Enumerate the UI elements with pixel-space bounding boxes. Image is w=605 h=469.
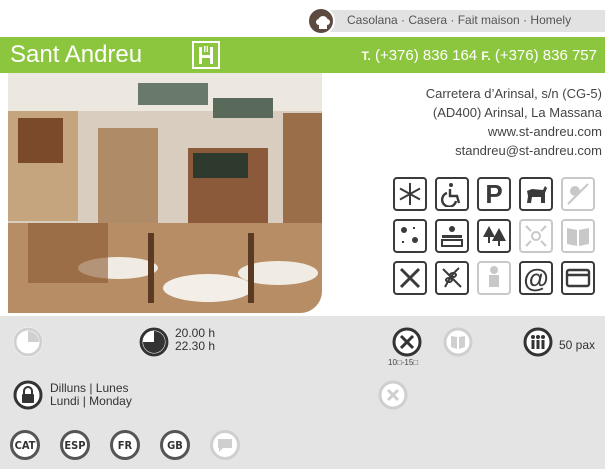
fax: (+376) 836 757 — [490, 47, 597, 64]
gluten-free-icon — [435, 261, 469, 295]
telephone[interactable]: (+376) 836 164 — [371, 47, 482, 64]
language-esp-button[interactable]: ESP — [60, 430, 90, 460]
terrace-icon — [561, 177, 595, 211]
price-range: 10□-15□ — [388, 358, 419, 367]
language-fr-button[interactable]: FR — [110, 430, 140, 460]
pets-allowed-icon — [519, 177, 553, 211]
lunch-clock-icon — [13, 327, 43, 357]
nature-icon — [477, 219, 511, 253]
info-panel: 20.00 h 22.30 h 10□-15□ 50 pax Dilluns |… — [0, 316, 605, 469]
fax-prefix: F. — [481, 49, 491, 63]
amenities-grid: P @ — [393, 177, 605, 295]
cuisine-bar: Casolana · Casera · Fait maison · Homely — [313, 10, 605, 32]
website-link[interactable]: www.st-andreu.com — [426, 122, 602, 141]
lock-icon — [13, 380, 43, 410]
parking-icon: P — [477, 177, 511, 211]
credit-card-icon — [561, 261, 595, 295]
menu-book-icon — [561, 219, 595, 253]
restaurant-icon — [393, 261, 427, 295]
hours-line-2: 22.30 h — [175, 339, 216, 353]
phone-fax: T. (+376) 836 164 F. (+376) 836 757 — [361, 47, 597, 64]
chef-hat-icon — [307, 7, 335, 35]
email-at-icon[interactable]: @ — [519, 261, 553, 295]
capacity-text: 50 pax — [559, 338, 596, 352]
close-disabled-icon — [378, 380, 408, 410]
center-icon — [519, 219, 553, 253]
contact-info: Carretera d’Arinsal, s/n (CG-5) (AD400) … — [426, 84, 602, 160]
dinner-clock-icon — [139, 327, 169, 357]
address-line-2: (AD400) Arinsal, La Massana — [432, 105, 602, 120]
views-icon — [435, 219, 469, 253]
capacity-people-icon — [523, 327, 553, 357]
air-conditioning-icon — [393, 177, 427, 211]
language-gb-button[interactable]: GB — [160, 430, 190, 460]
chat-bubble-icon — [210, 430, 240, 460]
closed-days: Dilluns | Lunes Lundi | Monday — [50, 382, 132, 408]
header-bar: Sant Andreu T. (+376) 836 164 F. (+376) … — [0, 37, 605, 73]
closed-line-2: Lundi | Monday — [50, 394, 132, 408]
menu-disabled-icon — [443, 327, 473, 357]
cuisine-text: Casolana · Casera · Fait maison · Homely — [347, 13, 572, 27]
restaurant-name: Sant Andreu — [10, 41, 143, 68]
language-cat-button[interactable]: CAT — [10, 430, 40, 460]
wheelchair-accessible-icon — [435, 177, 469, 211]
chef-icon — [477, 261, 511, 295]
hostal-h-icon — [192, 41, 220, 69]
restaurant-photo — [8, 73, 322, 313]
tel-prefix: T. — [361, 49, 371, 63]
opening-hours: 20.00 h 22.30 h — [175, 327, 215, 353]
email-link[interactable]: standreu@st-andreu.com — [426, 141, 602, 160]
address-line-1: Carretera d’Arinsal, s/n (CG-5) — [425, 86, 602, 101]
price-cutlery-icon — [392, 327, 422, 357]
outdoor-seating-icon — [393, 219, 427, 253]
